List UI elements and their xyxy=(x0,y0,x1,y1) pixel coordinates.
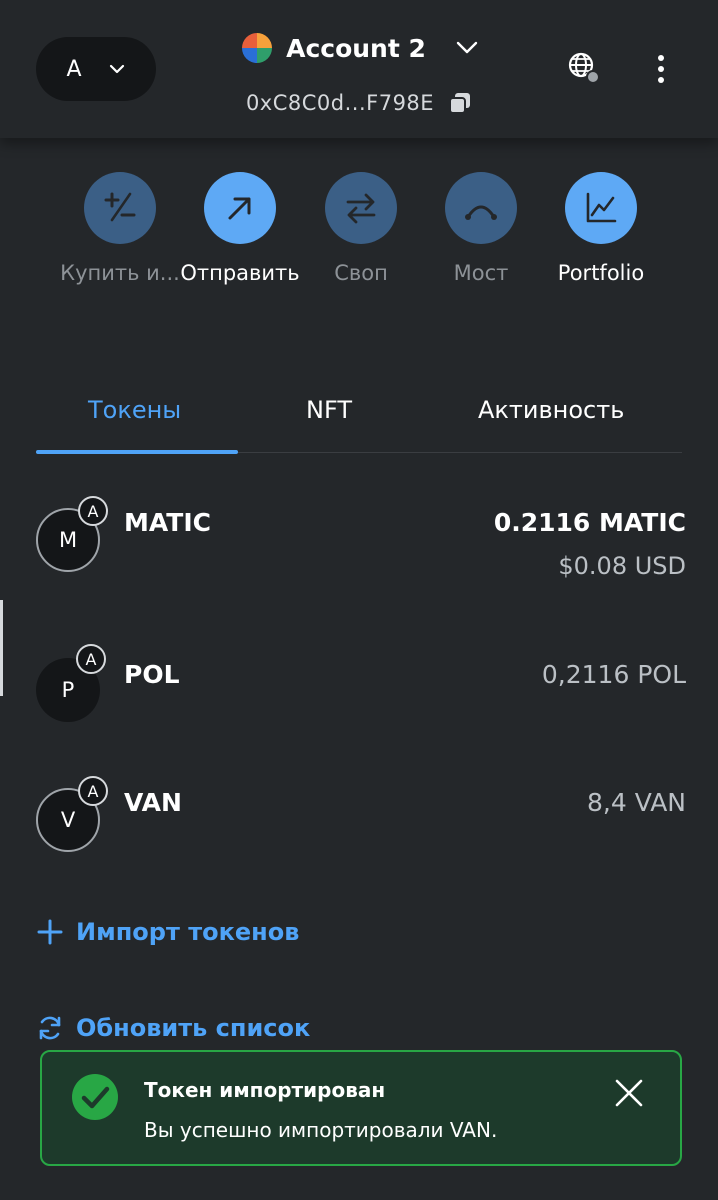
token-avatar-letter: V xyxy=(60,808,76,832)
token-avatar-letter: P xyxy=(61,678,75,702)
plus-icon xyxy=(37,919,63,945)
portfolio-label: Portfolio xyxy=(557,261,645,285)
swap-button[interactable]: Своп xyxy=(291,170,431,285)
token-avatar: M A xyxy=(36,496,108,572)
tab-nft[interactable]: NFT xyxy=(306,396,352,424)
tab-tokens[interactable]: Токены xyxy=(88,396,181,424)
bridge-label: Мост xyxy=(453,261,509,285)
network-badge: A xyxy=(76,644,106,674)
wallet-actions: Купить и... Отправить Своп Мост Portfoli… xyxy=(0,170,718,300)
success-toast: Токен импортирован Вы успешно импортиров… xyxy=(40,1050,682,1166)
send-label: Отправить xyxy=(180,261,300,285)
network-badge: A xyxy=(78,496,108,526)
plus-minus-icon xyxy=(104,192,136,222)
token-avatar: P A xyxy=(36,644,106,722)
refresh-icon xyxy=(39,1016,61,1040)
token-row-pol[interactable]: P A POL 0,2116 POL xyxy=(36,644,686,750)
account-avatar xyxy=(242,33,273,63)
import-tokens-link[interactable]: Импорт токенов xyxy=(36,918,299,946)
tab-activity[interactable]: Активность xyxy=(478,396,624,424)
swap-label: Своп xyxy=(334,261,388,285)
chart-line-icon xyxy=(586,192,617,223)
arrow-up-right-icon xyxy=(228,197,251,220)
token-name: MATIC xyxy=(124,508,211,537)
refresh-list-link[interactable]: Обновить список xyxy=(36,1014,310,1042)
swap-circle xyxy=(325,172,397,244)
token-fiat-value: $0.08 USD xyxy=(558,552,686,580)
token-amount: 8,4 VAN xyxy=(586,788,686,817)
app-header: A Account 2 0xC8C0d...F798E xyxy=(0,0,718,138)
toast-title: Токен импортирован xyxy=(144,1078,386,1102)
account-picker[interactable]: Account 2 xyxy=(0,28,718,68)
active-tab-indicator xyxy=(36,450,238,454)
bridge-circle xyxy=(445,172,517,244)
account-address-row[interactable]: 0xC8C0d...F798E xyxy=(0,86,718,120)
wallet-app: A Account 2 0xC8C0d...F798E Купить и... … xyxy=(0,0,718,1200)
copy-icon[interactable] xyxy=(448,91,472,115)
token-avatar-letter: M xyxy=(58,528,78,552)
token-amount: 0,2116 POL xyxy=(541,660,686,689)
import-tokens-label: Импорт токенов xyxy=(76,918,300,946)
token-name: VAN xyxy=(124,788,182,817)
send-button[interactable]: Отправить xyxy=(170,170,310,285)
token-amount: 0.2116 MATIC xyxy=(493,508,686,537)
window-edge-marker xyxy=(0,600,3,696)
asset-tabs: Токены NFT Активность xyxy=(36,380,682,454)
account-name: Account 2 xyxy=(286,33,426,63)
swap-arrows-icon xyxy=(346,193,376,224)
token-name: POL xyxy=(124,660,180,689)
token-row-van[interactable]: V A VAN 8,4 VAN xyxy=(36,776,686,878)
chevron-down-icon xyxy=(456,41,478,54)
buy-sell-circle xyxy=(84,172,156,244)
bridge-icon xyxy=(465,205,497,220)
globe-connection-icon[interactable] xyxy=(566,50,602,86)
token-row-matic[interactable]: M A MATIC 0.2116 MATIC $0.08 USD xyxy=(36,496,686,598)
success-check-icon xyxy=(72,1074,118,1120)
refresh-list-label: Обновить список xyxy=(76,1014,311,1042)
token-avatar: V A xyxy=(36,776,108,852)
buy-sell-label: Купить и... xyxy=(60,261,180,285)
send-circle xyxy=(204,172,276,244)
more-options-icon[interactable] xyxy=(650,52,672,86)
portfolio-circle xyxy=(565,172,637,244)
close-icon[interactable] xyxy=(612,1076,646,1110)
portfolio-button[interactable]: Portfolio xyxy=(531,170,671,285)
network-badge: A xyxy=(78,776,108,806)
buy-sell-button[interactable]: Купить и... xyxy=(50,170,190,285)
account-address: 0xC8C0d...F798E xyxy=(245,91,435,115)
toast-message: Вы успешно импортировали VAN. xyxy=(144,1118,498,1142)
bridge-button[interactable]: Мост xyxy=(411,170,551,285)
